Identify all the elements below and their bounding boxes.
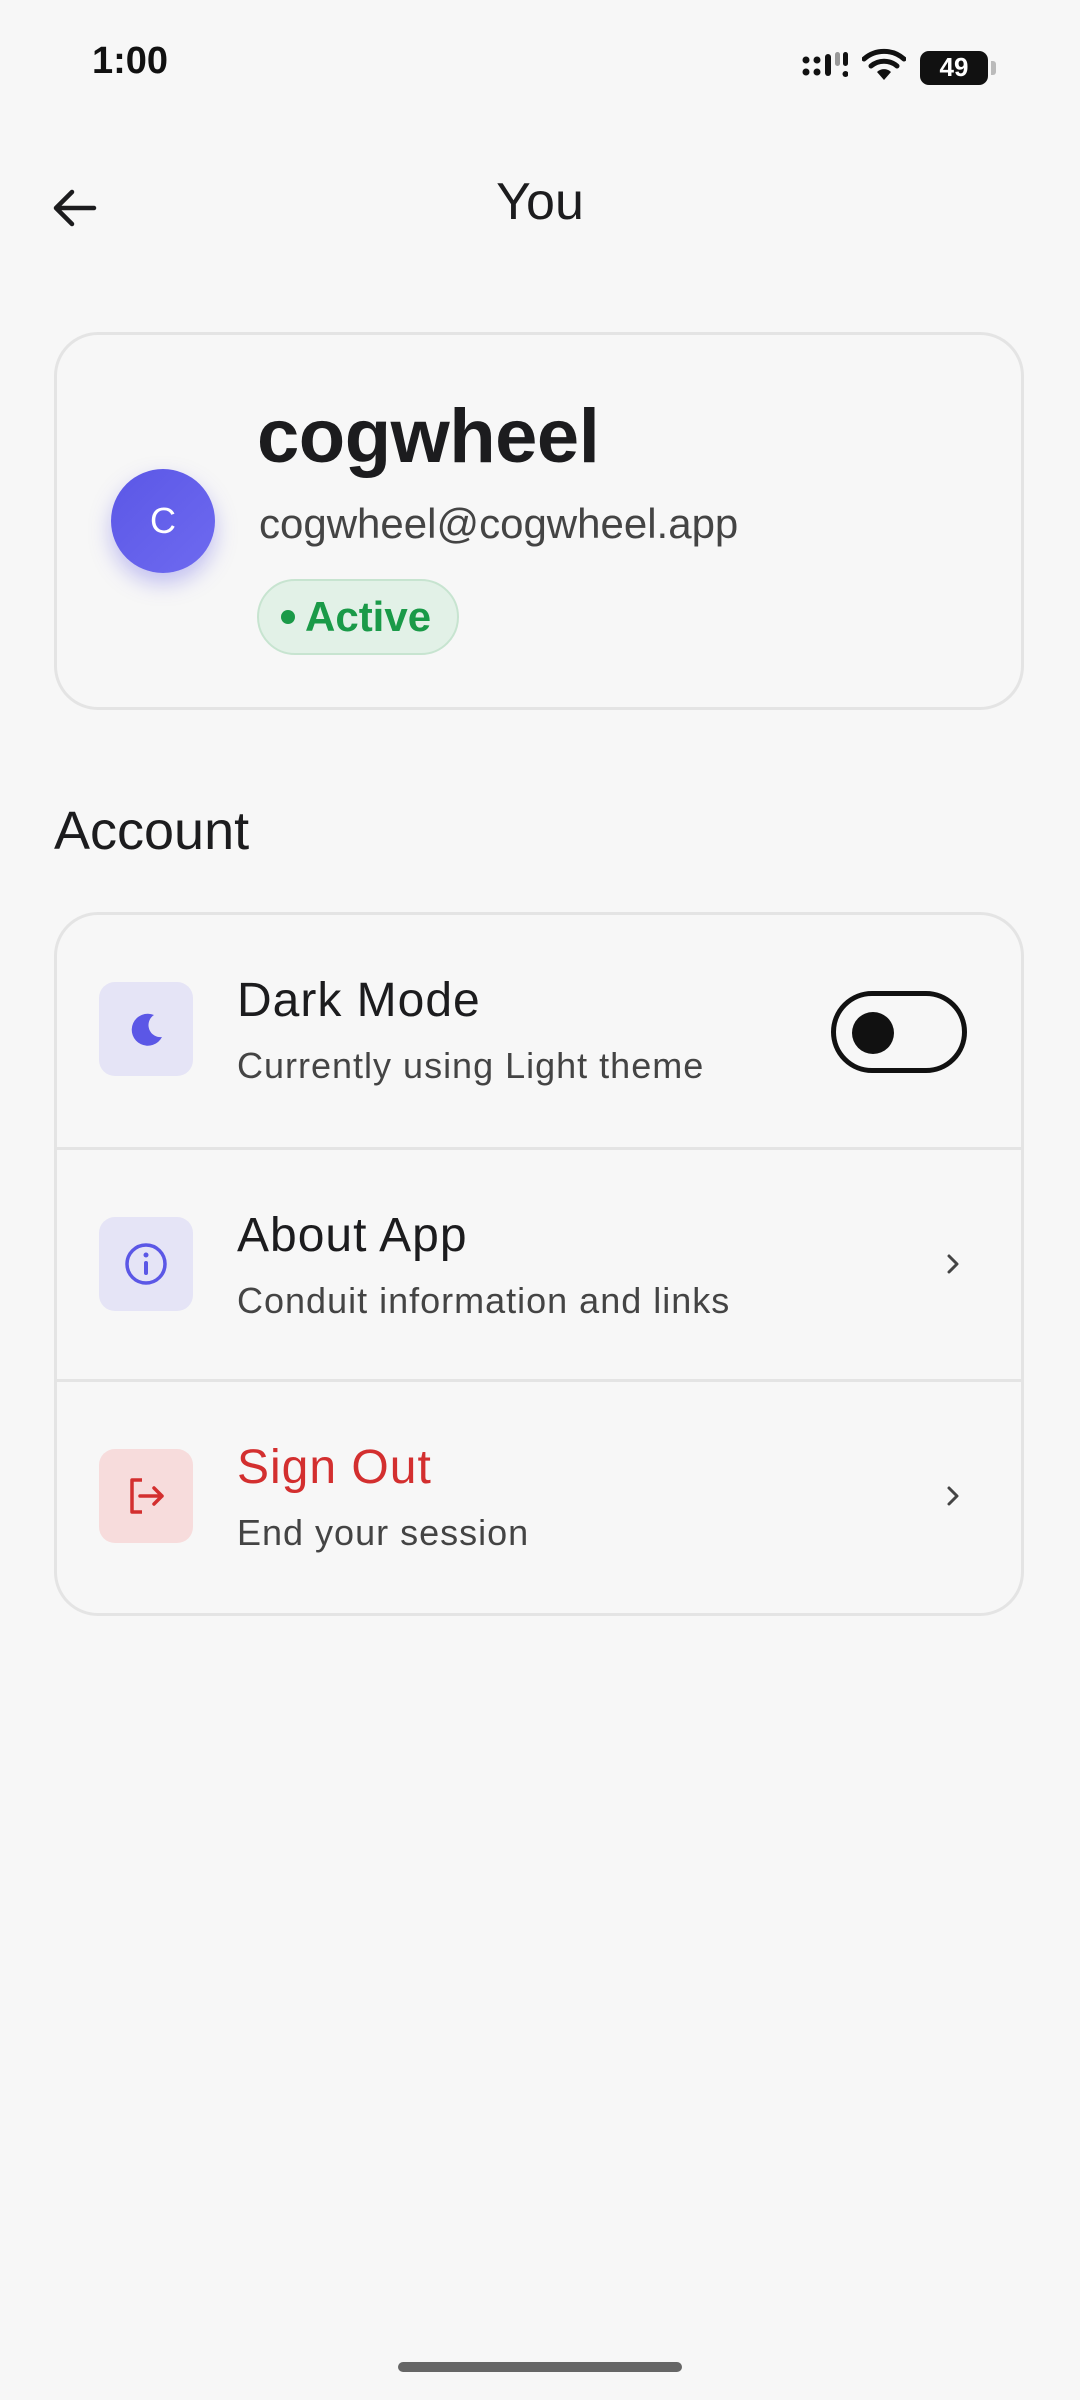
- top-app-bar: You: [0, 150, 1080, 260]
- profile-email: cogwheel@cogwheel.app: [259, 500, 739, 547]
- battery-level: 49: [939, 52, 969, 82]
- battery-icon: 49: [920, 50, 996, 85]
- status-bar: 1:00 49: [0, 0, 1080, 130]
- dark-mode-subtitle: Currently using Light theme: [237, 1045, 705, 1086]
- toggle-knob: [852, 1012, 894, 1054]
- account-settings-card: Dark Mode Currently using Light theme Ab…: [54, 912, 1024, 1616]
- status-dot: [281, 610, 295, 624]
- chevron-right-icon: [933, 1476, 973, 1516]
- signal-icon: [802, 50, 849, 85]
- sign-out-title: Sign Out: [237, 1441, 432, 1494]
- about-app-row[interactable]: About App Conduit information and links: [57, 1147, 1021, 1382]
- avatar: C: [111, 469, 215, 573]
- about-app-subtitle: Conduit information and links: [237, 1280, 731, 1321]
- status-badge: Active: [257, 579, 460, 655]
- section-title-account: Account: [54, 801, 250, 861]
- wifi-icon: [861, 48, 907, 87]
- moon-icon: [99, 982, 193, 1076]
- logout-icon: [99, 1449, 193, 1543]
- home-indicator[interactable]: [398, 2362, 682, 2372]
- page-title: You: [496, 173, 584, 231]
- about-app-title: About App: [237, 1209, 468, 1262]
- status-label: Active: [305, 593, 432, 640]
- profile-name: cogwheel: [257, 394, 600, 479]
- status-icons: 49: [802, 48, 996, 87]
- profile-card: C cogwheel cogwheel@cogwheel.app Active: [54, 332, 1024, 710]
- sign-out-subtitle: End your session: [237, 1512, 530, 1553]
- sign-out-row[interactable]: Sign Out End your session: [57, 1379, 1021, 1613]
- dark-mode-row[interactable]: Dark Mode Currently using Light theme: [57, 915, 1021, 1147]
- info-icon: [99, 1217, 193, 1311]
- dark-mode-toggle[interactable]: [831, 991, 967, 1073]
- chevron-right-icon: [933, 1244, 973, 1284]
- dark-mode-title: Dark Mode: [237, 974, 481, 1027]
- status-time: 1:00: [92, 40, 169, 82]
